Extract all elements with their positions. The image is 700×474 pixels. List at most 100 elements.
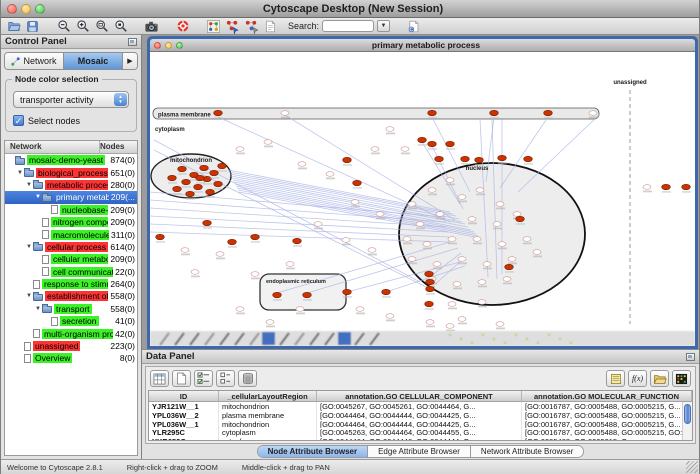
gene-node[interactable] xyxy=(371,147,379,152)
gene-node[interactable] xyxy=(643,185,651,190)
gene-node[interactable] xyxy=(408,202,416,207)
tree-expander-icon[interactable]: ▼ xyxy=(16,170,24,176)
annotation-page-icon[interactable] xyxy=(263,19,278,34)
gene-node-highlighted[interactable] xyxy=(203,220,212,225)
tree-label[interactable]: cellular metabo xyxy=(51,254,108,264)
network-view-window[interactable]: primary metabolic process plasma membran… xyxy=(147,36,698,349)
gene-node[interactable] xyxy=(416,222,424,227)
gene-node[interactable] xyxy=(533,250,541,255)
tree-label[interactable]: primary metabo xyxy=(54,192,109,202)
gene-node[interactable] xyxy=(478,280,486,285)
gene-node-highlighted[interactable] xyxy=(182,179,191,184)
tree-row[interactable]: cell communicat22(0) xyxy=(5,266,137,278)
gene-node[interactable] xyxy=(448,302,456,307)
gene-node[interactable] xyxy=(386,314,394,319)
gene-node[interactable] xyxy=(376,212,384,217)
tree-expander-icon[interactable]: ▼ xyxy=(34,194,42,200)
gene-node-highlighted[interactable] xyxy=(173,186,182,191)
network-overview-icon[interactable] xyxy=(206,19,221,34)
gene-node-highlighted[interactable] xyxy=(505,264,514,269)
tree-row[interactable]: nitrogen compo209(0) xyxy=(5,216,137,228)
gene-node[interactable] xyxy=(216,252,224,257)
node-color-dropdown[interactable]: transporter activity ▲▼ xyxy=(13,91,129,108)
gene-node[interactable] xyxy=(476,188,484,193)
gene-node[interactable] xyxy=(498,242,506,247)
gene-node[interactable] xyxy=(436,212,444,217)
tree-row[interactable]: ▼metabolic process280(0) xyxy=(5,179,137,191)
gene-node-highlighted[interactable] xyxy=(168,175,177,180)
gene-node-highlighted[interactable] xyxy=(428,141,437,146)
gene-node-highlighted[interactable] xyxy=(426,286,435,291)
tree-label[interactable]: cellular process xyxy=(45,242,108,252)
gene-node-highlighted[interactable] xyxy=(662,184,671,189)
tree-label[interactable]: macromolecule xyxy=(51,230,109,240)
gene-node-highlighted[interactable] xyxy=(214,110,223,115)
search-dropdown-button[interactable]: ▼ xyxy=(377,20,390,32)
gene-node[interactable] xyxy=(458,257,466,262)
import-network-icon[interactable] xyxy=(406,19,421,34)
tree-expander-icon[interactable]: ▼ xyxy=(25,293,33,299)
gene-node[interactable] xyxy=(298,162,306,167)
attribute-matrix-icon[interactable] xyxy=(672,370,691,387)
tree-row[interactable]: ▼cellular process614(0) xyxy=(5,241,137,253)
gene-node[interactable] xyxy=(351,200,359,205)
tree-row[interactable]: ▼establishment of lo558(0) xyxy=(5,290,137,302)
notepad-icon[interactable] xyxy=(606,370,625,387)
gene-node[interactable] xyxy=(493,222,501,227)
gene-node-highlighted[interactable] xyxy=(418,137,427,142)
gene-node-highlighted[interactable] xyxy=(228,239,237,244)
gene-node[interactable] xyxy=(448,237,456,242)
gene-node-highlighted[interactable] xyxy=(186,191,195,196)
unselect-attributes-icon[interactable] xyxy=(216,370,235,387)
network-window-titlebar[interactable]: primary metabolic process xyxy=(150,39,695,52)
gene-node[interactable] xyxy=(589,111,597,116)
tree-row[interactable]: response to stimulu264(0) xyxy=(5,278,137,290)
gene-node[interactable] xyxy=(236,307,244,312)
tab-network[interactable]: Network xyxy=(5,53,64,69)
gene-node-highlighted[interactable] xyxy=(206,189,215,194)
gene-node-highlighted[interactable] xyxy=(343,157,352,162)
gene-node[interactable] xyxy=(386,127,394,132)
table-row[interactable]: YLR295Ccytoplasm[GO:0045263, GO:0044464,… xyxy=(149,428,692,437)
gene-node-highlighted[interactable] xyxy=(524,156,533,161)
table-row[interactable]: YPL036W__1mitochondrion[GO:0044464, GO:0… xyxy=(149,420,692,429)
gene-node[interactable] xyxy=(513,212,521,217)
tab-overflow-arrow[interactable]: ▶ xyxy=(123,53,137,69)
tree-label[interactable]: nucleobase-c xyxy=(60,205,108,215)
app-resize-grip[interactable] xyxy=(686,461,698,473)
zoom-in-icon[interactable] xyxy=(75,19,90,34)
gene-node[interactable] xyxy=(356,307,364,312)
tree-expander-icon[interactable]: ▼ xyxy=(25,182,33,188)
gene-node-highlighted[interactable] xyxy=(461,156,470,161)
tree-label[interactable]: establishment of lo xyxy=(45,291,108,301)
gene-node[interactable] xyxy=(453,282,461,287)
network-zoom-button[interactable] xyxy=(176,42,183,49)
tree-row[interactable]: cellular metabo209(0) xyxy=(5,253,137,265)
gene-node-highlighted[interactable] xyxy=(426,279,435,284)
close-button[interactable] xyxy=(7,4,17,14)
column-header[interactable]: annotation.GO MOLECULAR_FUNCTION xyxy=(522,391,692,401)
gene-node[interactable] xyxy=(423,242,431,247)
gene-node-highlighted[interactable] xyxy=(353,180,362,185)
gene-node-highlighted[interactable] xyxy=(218,163,227,168)
gene-node-highlighted[interactable] xyxy=(425,271,434,276)
save-icon[interactable] xyxy=(25,19,40,34)
gene-node[interactable] xyxy=(468,217,476,222)
tree-expander-icon[interactable]: ▼ xyxy=(25,244,33,250)
gene-node[interactable] xyxy=(181,248,189,253)
gene-node[interactable] xyxy=(296,307,304,312)
gene-node-highlighted[interactable] xyxy=(303,292,312,297)
gene-node[interactable] xyxy=(446,324,454,329)
select-nodes-checkbox[interactable]: ✓ xyxy=(13,115,24,126)
attribute-table-icon[interactable] xyxy=(150,370,169,387)
import-attributes-icon[interactable] xyxy=(650,370,669,387)
table-row[interactable]: YJR121W__1mitochondrion[GO:0045267, GO:0… xyxy=(149,402,692,411)
open-folder-icon[interactable] xyxy=(6,19,21,34)
gene-node[interactable] xyxy=(251,272,259,277)
tree-label[interactable]: transport xyxy=(54,304,92,314)
gene-node-highlighted[interactable] xyxy=(544,110,553,115)
gene-node[interactable] xyxy=(523,237,531,242)
zoom-out-icon[interactable] xyxy=(56,19,71,34)
gene-node-highlighted[interactable] xyxy=(682,184,691,189)
gene-node[interactable] xyxy=(368,248,376,253)
